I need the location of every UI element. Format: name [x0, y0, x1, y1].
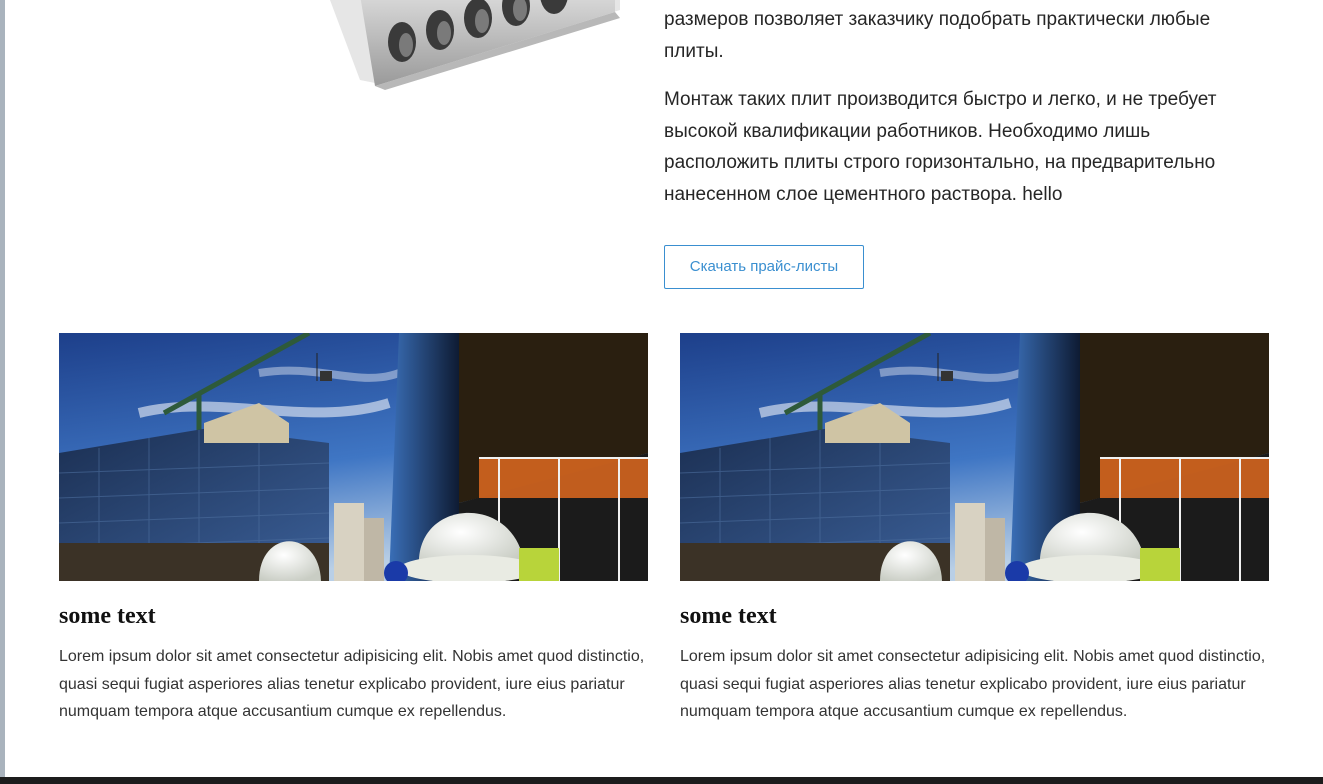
card-text: Lorem ipsum dolor sit amet consectetur a… [59, 648, 645, 720]
footer-edge [0, 777, 1323, 784]
page-left-border [0, 0, 5, 784]
card-title: some text [680, 603, 777, 629]
card-text: Lorem ipsum dolor sit amet consectetur a… [680, 648, 1266, 720]
download-price-lists-button[interactable]: Скачать прайс-листы [664, 245, 864, 289]
intro-paragraph-sizes: размеров позволяет заказчику подобрать п… [664, 9, 1211, 62]
article-card-2: some text Lorem ipsum dolor sit amet con… [680, 333, 1269, 726]
card-title: some text [59, 603, 156, 629]
construction-site-image [680, 333, 1269, 581]
construction-site-image [59, 333, 648, 581]
article-card-1: some text Lorem ipsum dolor sit amet con… [59, 333, 648, 726]
hollow-core-slab-image [330, 0, 620, 90]
intro-text-column: размеров позволяет заказчику подобрать п… [664, 4, 1254, 227]
intro-paragraph-installation: Монтаж таких плит производится быстро и … [664, 89, 1217, 205]
